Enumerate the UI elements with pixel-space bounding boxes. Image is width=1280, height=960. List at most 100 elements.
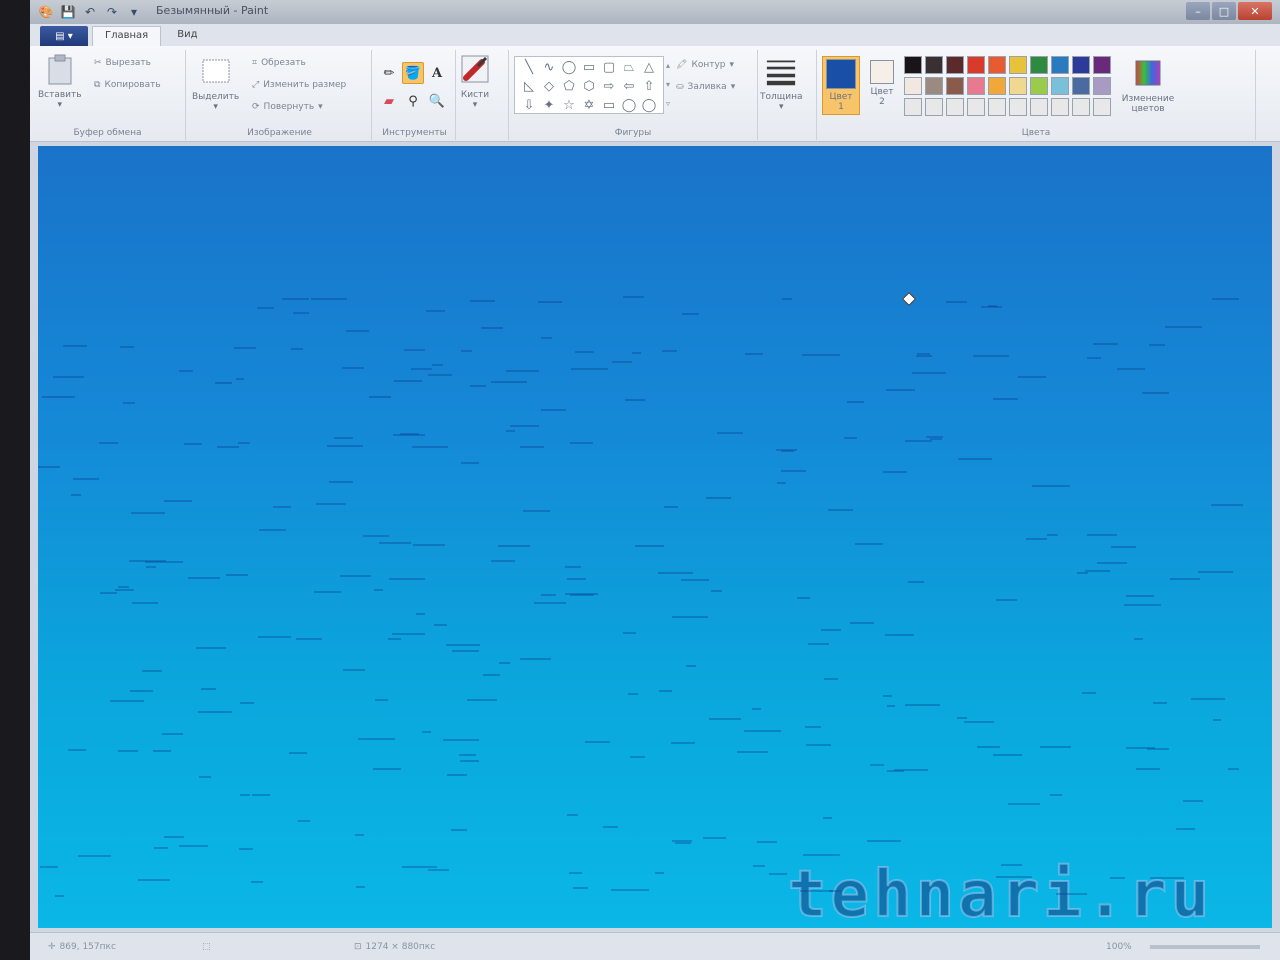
palette-swatch[interactable]: [925, 77, 943, 95]
edit-colors-button[interactable]: Изменение цветов: [1118, 58, 1178, 114]
palette-swatch[interactable]: [988, 98, 1006, 116]
minimize-button[interactable]: –: [1186, 2, 1210, 20]
shapes-scroll[interactable]: ▴ ▾ ▿: [666, 56, 676, 114]
pencil-icon[interactable]: ✏: [378, 62, 400, 84]
palette-swatch[interactable]: [1009, 98, 1027, 116]
color2-button[interactable]: Цвет 2: [868, 60, 896, 107]
palette-swatch[interactable]: [1009, 56, 1027, 74]
shape-right-arrow[interactable]: ⇨: [599, 77, 619, 96]
scanline-artifact: [567, 814, 579, 817]
palette-swatch[interactable]: [988, 77, 1006, 95]
customize-dropdown-icon[interactable]: ▾: [126, 4, 142, 20]
palette-swatch[interactable]: [904, 56, 922, 74]
palette-swatch[interactable]: [1009, 77, 1027, 95]
scanline-artifact: [776, 481, 787, 484]
outline-button[interactable]: 🖍 Контур ▾: [676, 60, 734, 70]
palette-swatch[interactable]: [1093, 56, 1111, 74]
shape-diamond[interactable]: ◇: [539, 77, 559, 96]
palette-swatch[interactable]: [925, 98, 943, 116]
select-button[interactable]: Выделить ▾: [192, 56, 239, 112]
rotate-button[interactable]: ⟳ Повернуть ▾: [252, 102, 323, 112]
palette-swatch[interactable]: [904, 77, 922, 95]
scanline-artifact: [611, 889, 649, 892]
scanline-artifact: [355, 833, 365, 836]
shape-rectangle[interactable]: ▭: [579, 58, 599, 77]
scanline-artifact: [1169, 577, 1200, 580]
color1-button[interactable]: Цвет 1: [822, 56, 860, 115]
shape-five-point-star[interactable]: ☆: [559, 96, 579, 115]
palette-swatch[interactable]: [1051, 98, 1069, 116]
brushes-button[interactable]: Кисти ▾: [460, 54, 490, 110]
palette-swatch[interactable]: [1093, 98, 1111, 116]
palette-swatch[interactable]: [967, 98, 985, 116]
shape-triangle[interactable]: △: [639, 58, 659, 77]
shape-rounded-callout[interactable]: ▭: [599, 96, 619, 115]
palette-swatch[interactable]: [946, 98, 964, 116]
scanline-artifact: [708, 718, 742, 721]
zoom-slider[interactable]: [1150, 945, 1260, 949]
scanline-artifact: [1198, 571, 1234, 574]
shape-left-arrow[interactable]: ⇦: [619, 77, 639, 96]
text-tool-icon[interactable]: A: [426, 62, 448, 84]
palette-swatch[interactable]: [904, 98, 922, 116]
shape-polygon[interactable]: ⏢: [619, 58, 639, 77]
crop-button[interactable]: ⌗ Обрезать: [252, 58, 306, 68]
palette-swatch[interactable]: [925, 56, 943, 74]
save-icon[interactable]: 💾: [60, 4, 76, 20]
fill-bucket-icon[interactable]: 🪣: [402, 62, 424, 84]
shape-rounded-rectangle[interactable]: ▢: [599, 58, 619, 77]
shape-pentagon[interactable]: ⬠: [559, 77, 579, 96]
shape-four-point-star[interactable]: ✦: [539, 96, 559, 115]
copy-button[interactable]: ⧉ Копировать: [94, 80, 161, 90]
paste-button[interactable]: Вставить ▾: [38, 54, 82, 110]
shape-six-point-star[interactable]: ✡: [579, 96, 599, 115]
palette-swatch[interactable]: [988, 56, 1006, 74]
eraser-icon[interactable]: ▰: [378, 90, 400, 112]
close-button[interactable]: ✕: [1238, 2, 1272, 20]
shape-up-arrow[interactable]: ⇧: [639, 77, 659, 96]
palette-swatch[interactable]: [946, 77, 964, 95]
scanline-artifact: [469, 300, 496, 303]
scanline-artifact: [781, 469, 806, 472]
scanline-artifact: [915, 354, 933, 357]
color-picker-icon[interactable]: ⚲: [402, 90, 424, 112]
cut-button[interactable]: ✂ Вырезать: [94, 58, 151, 68]
shape-curve[interactable]: ∿: [539, 58, 559, 77]
shape-oval[interactable]: ◯: [559, 58, 579, 77]
drawing-canvas[interactable]: tehnari.ru: [38, 146, 1272, 933]
palette-swatch[interactable]: [1072, 56, 1090, 74]
undo-icon[interactable]: ↶: [82, 4, 98, 20]
tab-home[interactable]: Главная: [92, 26, 162, 46]
shape-oval-callout[interactable]: ◯: [619, 96, 639, 115]
scanline-artifact: [925, 435, 944, 438]
size-button[interactable]: Толщина ▾: [760, 56, 802, 112]
shape-cloud-callout[interactable]: ◯: [639, 96, 659, 115]
shape-down-arrow[interactable]: ⇩: [519, 96, 539, 115]
magnifier-icon[interactable]: 🔍: [426, 90, 448, 112]
palette-swatch[interactable]: [1072, 98, 1090, 116]
scanline-artifact: [480, 327, 503, 330]
palette-swatch[interactable]: [1030, 77, 1048, 95]
palette-swatch[interactable]: [1030, 98, 1048, 116]
file-menu-button[interactable]: ▤ ▾: [40, 26, 88, 46]
resize-button[interactable]: ⤢ Изменить размер: [252, 80, 346, 90]
shape-right-triangle[interactable]: ◺: [519, 77, 539, 96]
shape-line[interactable]: ╲: [519, 58, 539, 77]
image-group-label: Изображение: [247, 128, 312, 138]
fill-button[interactable]: ⛀ Заливка ▾: [676, 82, 735, 92]
palette-swatch[interactable]: [1051, 77, 1069, 95]
redo-icon[interactable]: ↷: [104, 4, 120, 20]
scanline-artifact: [118, 750, 138, 753]
scanline-artifact: [602, 826, 618, 829]
palette-swatch[interactable]: [946, 56, 964, 74]
maximize-button[interactable]: □: [1212, 2, 1236, 20]
tab-view[interactable]: Вид: [165, 26, 209, 46]
palette-swatch[interactable]: [967, 56, 985, 74]
scanline-artifact: [179, 370, 193, 373]
palette-swatch[interactable]: [1093, 77, 1111, 95]
palette-swatch[interactable]: [1051, 56, 1069, 74]
palette-swatch[interactable]: [1072, 77, 1090, 95]
palette-swatch[interactable]: [1030, 56, 1048, 74]
shape-hexagon[interactable]: ⬡: [579, 77, 599, 96]
palette-swatch[interactable]: [967, 77, 985, 95]
